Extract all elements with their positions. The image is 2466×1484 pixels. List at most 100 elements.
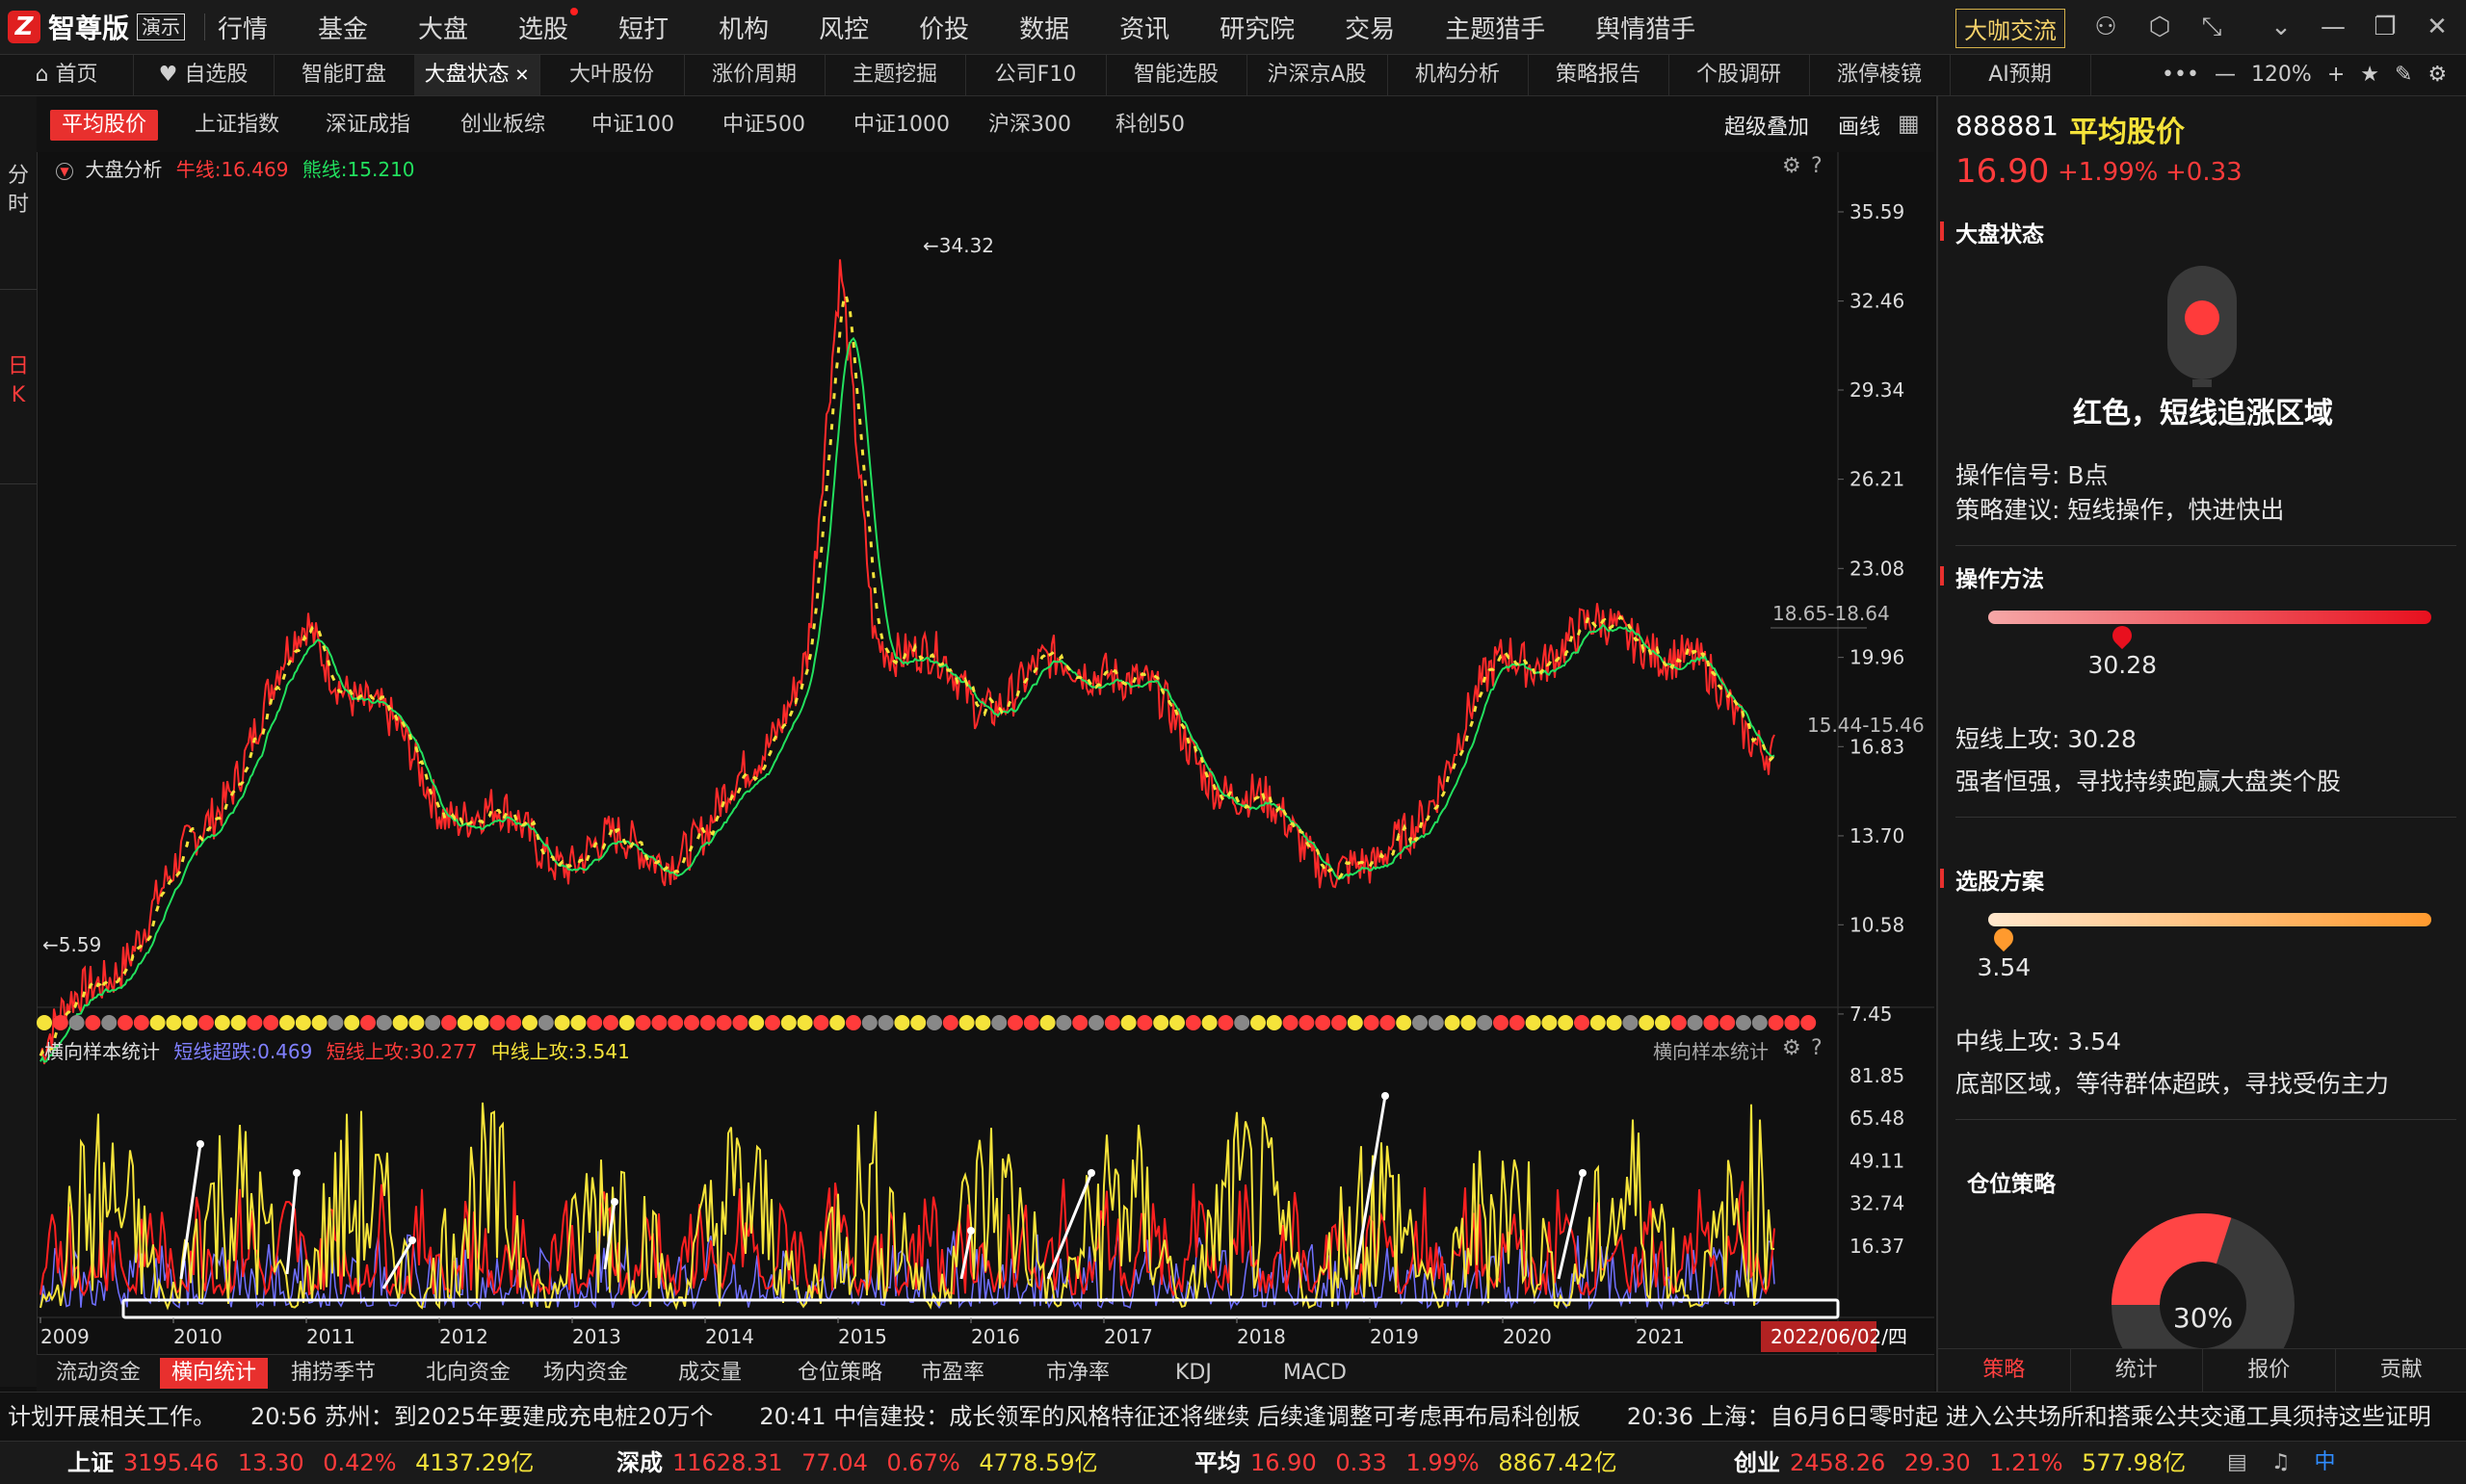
indicator-tab-1[interactable]: 横向统计 xyxy=(160,1358,268,1389)
indicator-tab-5[interactable]: 成交量 xyxy=(667,1358,753,1389)
collapse-icon[interactable]: ▼ xyxy=(56,163,73,180)
news-ticker[interactable]: 计划开展相关工作。 20:56 苏州：到2025年要建成充电桩20万个 20:4… xyxy=(0,1392,2466,1441)
sub-help-icon[interactable]: ? xyxy=(1811,1036,1823,1060)
state-strip-dot xyxy=(1574,1015,1589,1030)
nav-item-3[interactable]: 选股 xyxy=(518,10,568,45)
minimize-icon[interactable]: — xyxy=(2318,12,2348,42)
nav-item-1[interactable]: 基金 xyxy=(318,10,368,45)
tab-7[interactable]: 公司F10 xyxy=(965,55,1107,95)
app-logo[interactable]: Z 智尊版 演示 xyxy=(8,8,185,46)
index-status-1[interactable]: 深成11628.31 77.04 0.67% 4778.59亿 xyxy=(616,1442,1098,1484)
tab-5[interactable]: 涨价周期 xyxy=(684,55,826,95)
period-minute[interactable]: 分 时 xyxy=(0,162,37,220)
tab-3[interactable]: 大盘状态 ✕ xyxy=(414,55,540,95)
state-strip-dot xyxy=(1315,1015,1330,1030)
sub-tab-2[interactable]: 深证成指 xyxy=(314,110,422,141)
sub-settings-icon[interactable]: ⚙ xyxy=(1782,1036,1801,1060)
tab-12[interactable]: 个股调研 xyxy=(1668,55,1810,95)
sub-tab-1[interactable]: 上证指数 xyxy=(183,110,291,141)
state-strip-dot xyxy=(1056,1015,1071,1030)
right-tab-2[interactable]: 报价 xyxy=(2203,1349,2336,1392)
nav-item-7[interactable]: 价投 xyxy=(919,10,969,45)
tab-11[interactable]: 策略报告 xyxy=(1528,55,1669,95)
indicator-tab-6[interactable]: 仓位策略 xyxy=(786,1358,894,1389)
indicator-tab-8[interactable]: 市净率 xyxy=(1035,1358,1121,1389)
nav-item-10[interactable]: 研究院 xyxy=(1220,10,1295,45)
sub-tab-4[interactable]: 中证100 xyxy=(580,110,686,141)
indicator-tab-7[interactable]: 市盈率 xyxy=(909,1358,996,1389)
nav-item-2[interactable]: 大盘 xyxy=(418,10,468,45)
tab-13[interactable]: 涨停棱镜 xyxy=(1809,55,1951,95)
cafe-button[interactable]: 大咖交流 xyxy=(1955,9,2065,48)
state-strip-dot xyxy=(538,1015,554,1030)
nav-item-11[interactable]: 交易 xyxy=(1345,10,1395,45)
state-strip-dot xyxy=(1186,1015,1201,1030)
chevron-down-icon[interactable]: ⌄ xyxy=(2266,12,2296,42)
tab-1[interactable]: ♥ 自选股 xyxy=(133,55,275,95)
nav-item-4[interactable]: 短打 xyxy=(618,10,669,45)
settings-icon[interactable]: ⬡ xyxy=(2144,12,2175,42)
divider xyxy=(1955,1119,2456,1120)
zoom-in-icon[interactable]: + xyxy=(2327,63,2345,87)
state-strip-dot xyxy=(651,1015,667,1030)
nav-item-6[interactable]: 风控 xyxy=(819,10,869,45)
indicator-tab-2[interactable]: 捕捞季节 xyxy=(279,1358,387,1389)
sub-tab-8[interactable]: 科创50 xyxy=(1104,110,1196,141)
right-tab-1[interactable]: 统计 xyxy=(2071,1349,2204,1392)
nav-item-13[interactable]: 舆情猎手 xyxy=(1595,10,1695,45)
mid-attack-label: 中线上攻:3.541 xyxy=(491,1040,630,1063)
nav-item-0[interactable]: 行情 xyxy=(218,10,268,45)
grid-icon[interactable]: ▦ xyxy=(1898,110,1920,137)
tab-8[interactable]: 智能选股 xyxy=(1106,55,1247,95)
edit-icon[interactable]: ✎ xyxy=(2395,63,2412,87)
help-icon[interactable]: ? xyxy=(1811,154,1823,178)
nav-item-8[interactable]: 数据 xyxy=(1019,10,1069,45)
draw-line-button[interactable]: 画线 xyxy=(1838,110,1880,141)
ime-icon[interactable]: 中 xyxy=(2315,1450,2336,1474)
period-day[interactable]: 日 K xyxy=(0,352,37,410)
chart-settings-icon[interactable]: ⚙ xyxy=(1782,154,1801,178)
sub-tab-3[interactable]: 创业板综 xyxy=(449,110,557,141)
tab-2[interactable]: 智能盯盘 xyxy=(274,55,415,95)
more-icon[interactable]: ••• xyxy=(2162,63,2199,87)
nav-item-9[interactable]: 资讯 xyxy=(1119,10,1169,45)
index-status-3[interactable]: 创业2458.26 29.30 1.21% 577.98亿 xyxy=(1734,1442,2186,1484)
x-year-label: 2016 xyxy=(971,1325,1020,1348)
tab-close-icon[interactable]: ✕ xyxy=(510,65,530,86)
indicator-tab-0[interactable]: 流动资金 xyxy=(44,1358,152,1389)
calendar-icon[interactable]: ▤ xyxy=(2227,1450,2247,1474)
sub-tab-5[interactable]: 中证500 xyxy=(711,110,817,141)
overlay-button[interactable]: 超级叠加 xyxy=(1724,110,1809,141)
index-status-2[interactable]: 平均16.90 0.33 1.99% 8867.42亿 xyxy=(1194,1442,1617,1484)
tab-bar: ⌂ 首页♥ 自选股智能盯盘大盘状态 ✕大叶股份涨价周期主题挖掘公司F10智能选股… xyxy=(0,55,2466,96)
sub-y-tick-label: 16.37 xyxy=(1850,1235,1904,1258)
nav-item-5[interactable]: 机构 xyxy=(719,10,769,45)
restore-icon[interactable]: ❐ xyxy=(2370,12,2400,42)
sub-tab-0[interactable]: 平均股价 xyxy=(50,110,158,141)
zoom-out-icon[interactable]: — xyxy=(2215,63,2236,87)
tab-14[interactable]: AI预期 xyxy=(1950,55,2091,95)
tab-10[interactable]: 机构分析 xyxy=(1387,55,1529,95)
right-tab-0[interactable]: 策略 xyxy=(1938,1349,2071,1392)
indicator-tab-4[interactable]: 场内资金 xyxy=(532,1358,640,1389)
sub-tab-6[interactable]: 中证1000 xyxy=(842,110,961,141)
tab-4[interactable]: 大叶股份 xyxy=(539,55,685,95)
user-icon[interactable]: ⚇ xyxy=(2090,12,2121,42)
tab-9[interactable]: 沪深京A股 xyxy=(1246,55,1388,95)
tab-0[interactable]: ⌂ 首页 xyxy=(0,55,134,95)
star-icon[interactable]: ★ xyxy=(2360,63,2379,87)
gear-icon[interactable]: ⚙ xyxy=(2427,63,2447,87)
sub-tab-7[interactable]: 沪深300 xyxy=(977,110,1083,141)
right-tab-3[interactable]: 贡献 xyxy=(2336,1349,2466,1392)
close-icon[interactable]: ✕ xyxy=(2422,12,2453,42)
tab-6[interactable]: 主题挖掘 xyxy=(825,55,966,95)
index-status-0[interactable]: 上证3195.46 13.30 0.42% 4137.29亿 xyxy=(67,1442,534,1484)
nav-item-12[interactable]: 主题猎手 xyxy=(1445,10,1545,45)
indicator-tab-9[interactable]: KDJ xyxy=(1164,1358,1223,1389)
divider xyxy=(0,289,37,290)
indicator-tab-3[interactable]: 北向资金 xyxy=(414,1358,522,1389)
state-strip-dot xyxy=(879,1015,894,1030)
indicator-tab-10[interactable]: MACD xyxy=(1272,1358,1358,1389)
shrink-icon[interactable]: ⤡ xyxy=(2196,12,2227,42)
bell-icon[interactable]: ♫ xyxy=(2271,1450,2291,1474)
